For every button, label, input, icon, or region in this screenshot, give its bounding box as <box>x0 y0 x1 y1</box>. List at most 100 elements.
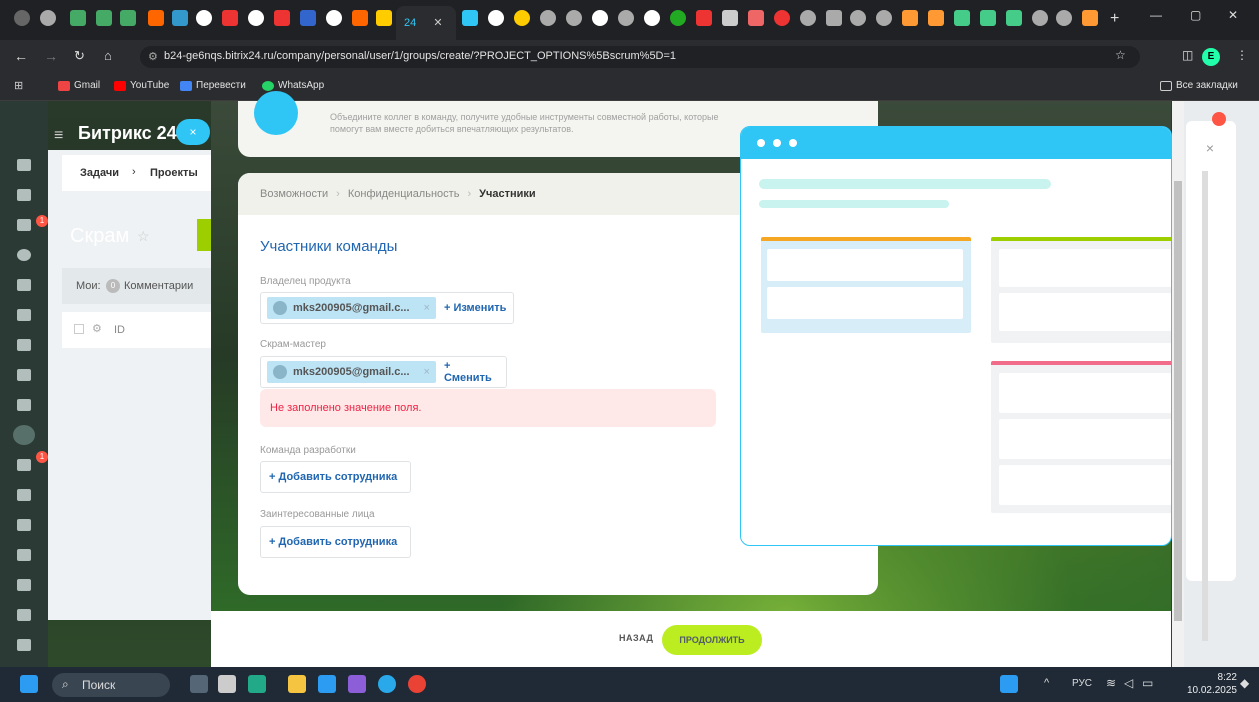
nav-icon[interactable] <box>17 339 31 351</box>
tab-favicon[interactable] <box>352 10 368 26</box>
battery-icon[interactable]: ▭ <box>1142 676 1153 690</box>
cart-icon[interactable] <box>17 579 31 591</box>
tab-favicon[interactable] <box>592 10 608 26</box>
back-arrow-icon[interactable]: ← <box>14 48 28 64</box>
nav-icon[interactable] <box>17 309 31 321</box>
tab-favicon[interactable] <box>566 10 582 26</box>
tab-favicon[interactable] <box>1056 10 1072 26</box>
clock[interactable]: 8:22 10.02.2025 <box>1187 671 1237 697</box>
close-icon[interactable]: ✕ <box>433 17 442 29</box>
add-stakeholder-button[interactable]: + Добавить сотрудника <box>260 526 411 558</box>
menu-icon[interactable]: ⋮ <box>1236 48 1248 62</box>
nav-icon[interactable] <box>17 159 31 171</box>
tab-favicon[interactable] <box>148 10 164 26</box>
bookmark-translate[interactable]: Перевести <box>180 80 246 91</box>
breadcrumb-item[interactable]: Возможности <box>260 188 328 200</box>
url-field[interactable]: ⚙ b24-ge6nqs.bitrix24.ru/company/persona… <box>140 46 1140 68</box>
tab-favicon[interactable] <box>748 10 764 26</box>
tab-favicon[interactable] <box>300 10 316 26</box>
folder-icon[interactable] <box>288 675 306 693</box>
site-info-icon[interactable]: ⚙ <box>148 50 158 63</box>
tab-favicon[interactable] <box>248 10 264 26</box>
chrome-icon[interactable] <box>408 675 426 693</box>
volume-icon[interactable]: ◁ <box>1124 676 1133 690</box>
tab-favicon[interactable] <box>70 10 86 26</box>
tab-favicon[interactable] <box>902 10 918 26</box>
nav-icon[interactable] <box>17 399 31 411</box>
gear-icon[interactable]: ⚙ <box>92 322 102 335</box>
telegram-icon[interactable] <box>378 675 396 693</box>
tab-favicon[interactable] <box>120 10 136 26</box>
menu-icon[interactable]: ≡ <box>54 127 63 145</box>
tab-favicon[interactable] <box>40 10 56 26</box>
tab-favicon[interactable] <box>722 10 738 26</box>
tab-projects[interactable]: Проекты <box>150 167 198 179</box>
remove-icon[interactable]: × <box>424 366 430 378</box>
nav-icon[interactable] <box>17 249 31 261</box>
app-icon[interactable] <box>190 675 208 693</box>
tab-favicon[interactable] <box>488 10 504 26</box>
app-icon[interactable] <box>248 675 266 693</box>
nav-icon[interactable] <box>17 369 31 381</box>
nav-icon[interactable] <box>17 219 31 231</box>
window-close-icon[interactable]: ✕ <box>1228 8 1238 22</box>
bookmark-youtube[interactable]: YouTube <box>114 80 169 91</box>
tab-favicon[interactable] <box>540 10 556 26</box>
column-id[interactable]: ID <box>114 324 125 336</box>
tab-favicon[interactable] <box>670 10 686 26</box>
nav-icon[interactable] <box>17 639 31 651</box>
bell-icon[interactable]: ◆ <box>1240 676 1249 690</box>
nav-icon[interactable] <box>17 519 31 531</box>
bookmark-gmail[interactable]: Gmail <box>58 80 100 91</box>
star-icon[interactable]: ☆ <box>137 228 150 245</box>
task-view-icon[interactable] <box>218 675 236 693</box>
tab-favicon[interactable] <box>172 10 188 26</box>
tab-favicon[interactable] <box>462 10 478 26</box>
bitrix-logo[interactable]: Битрикс 24 <box>78 123 177 144</box>
tab-favicon[interactable] <box>980 10 996 26</box>
tab-favicon[interactable] <box>774 10 790 26</box>
language-indicator[interactable]: РУС <box>1072 678 1092 689</box>
forward-arrow-icon[interactable]: → <box>44 48 58 64</box>
tasks-nav-icon[interactable] <box>13 425 35 445</box>
tab-favicon[interactable] <box>1032 10 1048 26</box>
change-scrum-master-button[interactable]: + Сменить <box>444 360 500 384</box>
checkbox[interactable] <box>74 324 84 334</box>
home-icon[interactable]: ⌂ <box>104 48 112 63</box>
extensions-icon[interactable]: ◫ <box>1182 48 1193 62</box>
tab-favicon[interactable] <box>826 10 842 26</box>
tab-favicon[interactable] <box>14 10 30 26</box>
bookmark-whatsapp[interactable]: WhatsApp <box>262 80 324 91</box>
reload-icon[interactable]: ↻ <box>74 48 85 64</box>
wifi-icon[interactable]: ≋ <box>1106 676 1116 690</box>
nav-icon[interactable] <box>17 549 31 561</box>
windows-start-icon[interactable] <box>20 675 38 693</box>
tab-favicon[interactable] <box>96 10 112 26</box>
tab-favicon[interactable] <box>376 10 392 26</box>
minimize-icon[interactable]: — <box>1150 8 1162 22</box>
new-tab-icon[interactable]: + <box>1110 10 1119 28</box>
remove-icon[interactable]: × <box>424 302 430 314</box>
tab-favicon[interactable] <box>644 10 660 26</box>
tab-favicon[interactable] <box>222 10 238 26</box>
profile-avatar[interactable]: E <box>1202 48 1220 66</box>
user-chip[interactable]: mks200905@gmail.c... × <box>267 361 436 383</box>
add-dev-member-button[interactable]: + Добавить сотрудника <box>260 461 411 493</box>
tab-favicon[interactable] <box>326 10 342 26</box>
tab-favicon[interactable] <box>850 10 866 26</box>
maximize-icon[interactable]: ▢ <box>1190 8 1201 22</box>
nav-icon[interactable] <box>17 489 31 501</box>
tab-favicon[interactable] <box>196 10 212 26</box>
taskbar-search[interactable]: ⌕ Поиск <box>52 673 170 697</box>
mail-icon[interactable] <box>318 675 336 693</box>
scrollbar[interactable] <box>1202 171 1208 641</box>
vs-icon[interactable] <box>348 675 366 693</box>
back-button[interactable]: НАЗАД <box>619 633 653 643</box>
active-tab[interactable]: 24 ✕ <box>396 6 456 40</box>
close-slider-button[interactable]: × <box>176 119 210 145</box>
nav-icon[interactable] <box>17 279 31 291</box>
star-icon[interactable]: ☆ <box>1115 48 1126 62</box>
tab-favicon[interactable] <box>800 10 816 26</box>
nav-icon[interactable] <box>17 459 31 471</box>
breadcrumb-item[interactable]: Конфиденциальность <box>348 188 460 200</box>
